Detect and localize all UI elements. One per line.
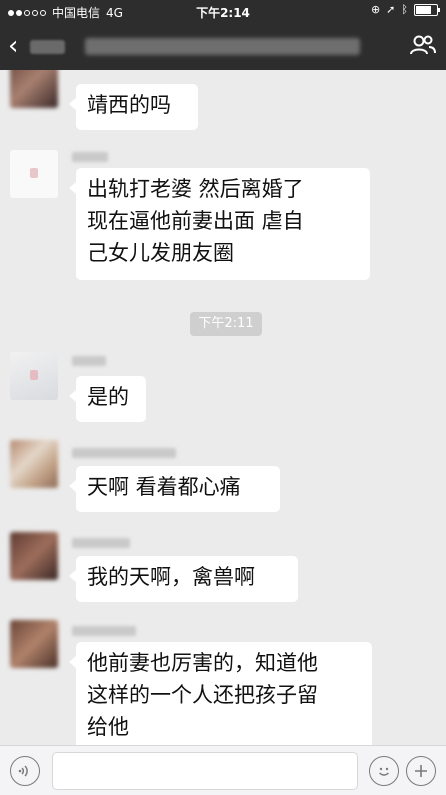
message-bubble[interactable]: 他前妻也厉害的，知道他 这样的一个人还把孩子留 给他 (69, 642, 372, 745)
blurred-title (30, 40, 65, 54)
input-bar (0, 745, 446, 795)
message-text-line: 出轨打老婆 然后离婚了 (87, 177, 304, 201)
message-list[interactable]: 靖西的吗 出轨打老婆 然后离婚了 现在逼他前妻出面 虐自 己女儿发朋友圈 下午2… (0, 70, 446, 745)
sender-name (72, 626, 136, 636)
sender-name (72, 152, 108, 162)
avatar[interactable] (10, 532, 58, 580)
plus-icon[interactable] (406, 756, 436, 786)
sender-name (72, 538, 130, 548)
sender-name (72, 448, 176, 458)
avatar[interactable] (10, 150, 58, 198)
message-text: 我的天啊，禽兽啊 (87, 565, 255, 589)
location-icon: ➚ (386, 3, 396, 16)
avatar[interactable] (10, 620, 58, 668)
message-text: 天啊 看着都心痛 (87, 475, 241, 499)
avatar[interactable] (10, 70, 58, 108)
message-bubble[interactable]: 我的天啊，禽兽啊 (69, 556, 298, 602)
avatar[interactable] (10, 440, 58, 488)
message-bubble[interactable]: 是的 (69, 376, 146, 422)
battery-icon (414, 3, 440, 16)
emoji-icon[interactable] (369, 756, 399, 786)
sender-name (72, 356, 106, 366)
message-text-line: 己女儿发朋友圈 (87, 241, 234, 265)
bluetooth-icon: ᛒ (401, 3, 408, 16)
message-bubble[interactable]: 天啊 看着都心痛 (69, 466, 280, 512)
message-bubble[interactable]: 出轨打老婆 然后离婚了 现在逼他前妻出面 虐自 己女儿发朋友圈 (69, 168, 370, 280)
chat-header: ‹ (0, 24, 446, 70)
message-bubble[interactable]: 靖西的吗 (69, 84, 198, 130)
timestamp: 下午2:11 (190, 312, 262, 336)
message-input[interactable] (52, 752, 358, 790)
message-text-line: 他前妻也厉害的，知道他 (87, 651, 318, 675)
message-text-line: 给他 (87, 715, 129, 739)
message-text-line: 现在逼他前妻出面 虐自 (87, 209, 304, 233)
message-text-line: 这样的一个人还把孩子留 (87, 683, 318, 707)
message-text: 靖西的吗 (87, 93, 171, 117)
status-bar: 中国电信 4G 下午2:14 ⊕ ➚ ᛒ (0, 0, 446, 24)
voice-icon[interactable] (10, 756, 40, 786)
chevron-left-icon[interactable]: ‹ (8, 32, 18, 60)
message-text: 是的 (87, 385, 129, 409)
lock-rotation-icon: ⊕ (370, 3, 381, 16)
avatar[interactable] (10, 352, 58, 400)
blurred-title-detail (85, 38, 360, 55)
people-icon[interactable] (410, 34, 436, 60)
